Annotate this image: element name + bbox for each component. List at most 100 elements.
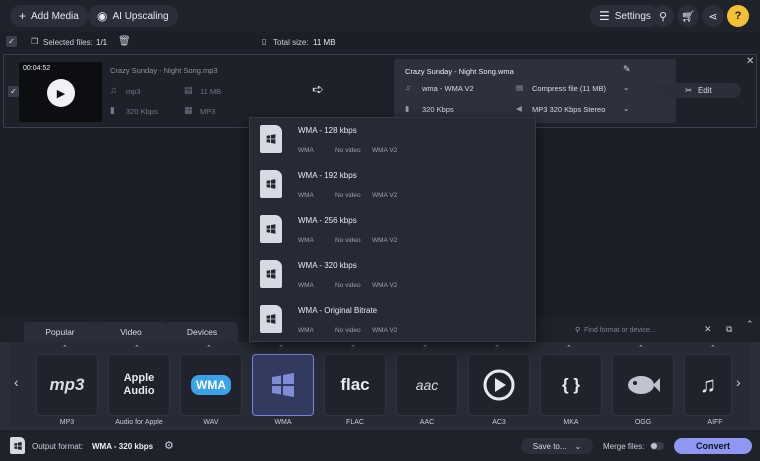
format-label-ac3: AC3 — [492, 419, 506, 426]
footer-bar: Output format: WMA - 320 kbps ⚙ Save to.… — [0, 430, 760, 461]
compress-option[interactable]: Compress file (11 MB) — [532, 84, 606, 93]
format-search[interactable]: ⚲ Find format or device... — [575, 323, 717, 337]
mp3-logo: mp3 — [49, 375, 85, 394]
caret-up-icon[interactable]: ⌃ — [638, 344, 644, 352]
selected-files-count: 1/1 — [96, 38, 108, 47]
tab-video[interactable]: Video — [96, 322, 166, 342]
preset-item[interactable]: WMA - 320 kbps WMA No video WMA V2 — [250, 253, 535, 298]
format-card-ogg[interactable] — [612, 354, 674, 416]
speaker-icon: ◀ — [516, 104, 522, 113]
add-media-button[interactable]: + Add Media — [10, 5, 88, 27]
help-button[interactable]: ? — [727, 5, 749, 27]
select-all-checkbox[interactable]: ✓ — [6, 36, 17, 47]
clear-search-icon[interactable]: ✕ — [704, 324, 712, 335]
preset-format: WMA — [298, 282, 314, 289]
caret-up-icon[interactable]: ⌃ — [206, 344, 212, 352]
pencil-icon[interactable]: ✎ — [623, 64, 631, 75]
share-button[interactable]: ⋖ — [702, 5, 724, 27]
format-card-apple[interactable]: Apple Audio — [108, 354, 170, 416]
settings-button[interactable]: ☰ Settings — [590, 5, 660, 27]
preset-name: WMA - Original Bitrate — [298, 306, 378, 315]
selected-files-label: Selected files: — [43, 38, 93, 47]
video-thumbnail[interactable]: 00:04:52 ▶ — [19, 62, 102, 122]
edit-label: Edit — [697, 86, 712, 95]
note-icon: ♫ — [110, 85, 117, 95]
windows-file-icon — [260, 305, 282, 333]
tab-devices[interactable]: Devices — [166, 322, 238, 342]
windows-logo-icon — [272, 373, 294, 397]
caret-up-icon[interactable]: ⌃ — [278, 344, 284, 352]
output-settings-panel: Crazy Sunday - Night Song.wma ✎ ♫ wma - … — [394, 59, 676, 123]
wav-logo: WMA — [191, 375, 231, 395]
add-media-label: Add Media — [31, 10, 79, 22]
ac3-play-icon — [483, 369, 515, 401]
preset-format: WMA — [298, 192, 314, 199]
output-codec[interactable]: wma - WMA V2 — [422, 84, 474, 93]
aac-logo: aac — [415, 377, 439, 393]
output-format-value[interactable]: WMA - 320 kbps — [92, 442, 153, 451]
caret-up-icon[interactable]: ⌃ — [62, 344, 68, 352]
chevron-left-icon[interactable]: ‹ — [14, 374, 19, 390]
close-icon[interactable]: ✕ — [746, 56, 754, 67]
chevron-right-icon[interactable]: › — [736, 374, 741, 390]
caret-up-icon[interactable]: ⌃ — [350, 344, 356, 352]
preset-item[interactable]: WMA - 128 kbps WMA No video WMA V2 — [250, 118, 535, 163]
format-settings-icon[interactable]: ⧉ — [726, 324, 732, 335]
ogg-fish-icon — [628, 376, 660, 394]
preset-video: No video — [335, 237, 361, 244]
disk-icon: ▤ — [184, 85, 193, 95]
collapse-icon[interactable]: ⌃ — [746, 319, 754, 330]
share-icon: ⋖ — [708, 10, 718, 23]
format-card-aac[interactable]: aac — [396, 354, 458, 416]
preset-format: WMA — [298, 237, 314, 244]
source-size: 11 MB — [200, 87, 222, 96]
trash-icon[interactable]: 🗑︎ — [118, 36, 131, 47]
search-tool-button[interactable]: ⚲ — [652, 5, 674, 27]
preset-item[interactable]: WMA - Original Bitrate WMA No video WMA … — [250, 298, 535, 343]
convert-button[interactable]: Convert — [674, 438, 752, 454]
preset-item[interactable]: WMA - 192 kbps WMA No video WMA V2 — [250, 163, 535, 208]
preset-video: No video — [335, 327, 361, 334]
format-label-ogg: OGG — [634, 419, 652, 426]
gear-icon[interactable]: ⚙ — [164, 439, 174, 452]
search-placeholder: Find format or device... — [584, 326, 656, 334]
caret-up-icon[interactable]: ⌃ — [134, 344, 140, 352]
ai-upscaling-button[interactable]: ◉ AI Upscaling — [88, 5, 178, 27]
format-card-aiff[interactable]: ♫ — [684, 354, 732, 416]
mka-logo: { } — [562, 375, 580, 394]
caret-up-icon[interactable]: ⌃ — [494, 344, 500, 352]
windows-file-icon — [260, 170, 282, 198]
file-checkbox[interactable]: ✓ — [8, 86, 19, 97]
merge-files-toggle[interactable] — [650, 442, 664, 450]
format-label-aac: AAC — [419, 419, 435, 426]
preset-item[interactable]: WMA - 256 kbps WMA No video WMA V2 — [250, 208, 535, 253]
format-card-wav[interactable]: WMA — [180, 354, 242, 416]
chevron-down-icon[interactable]: ⌄ — [623, 83, 629, 92]
format-label-wav: WAV — [203, 419, 219, 426]
format-card-flac[interactable]: flac — [324, 354, 386, 416]
tab-popular[interactable]: Popular — [24, 322, 96, 342]
caret-up-icon[interactable]: ⌃ — [422, 344, 428, 352]
format-label-apple: Audio for Apple — [115, 419, 163, 426]
chevron-down-icon[interactable]: ⌄ — [623, 104, 629, 113]
cart-button[interactable]: 🛒︎ — [677, 5, 699, 27]
caret-up-icon[interactable]: ⌃ — [566, 344, 572, 352]
windows-file-icon — [260, 215, 282, 243]
audio-option[interactable]: MP3 320 Kbps Stereo — [532, 105, 605, 114]
format-label-flac: FLAC — [346, 419, 364, 426]
format-card-mka[interactable]: { } — [540, 354, 602, 416]
format-card-wma[interactable] — [252, 354, 314, 416]
save-to-label: Save to... — [532, 441, 567, 451]
format-card-mp3[interactable]: mp3 — [36, 354, 98, 416]
edit-button[interactable]: ✂ Edit — [656, 83, 741, 98]
play-icon[interactable]: ▶ — [47, 79, 75, 107]
format-label-mka: MKA — [563, 419, 579, 426]
save-to-button[interactable]: Save to... ⌄ — [521, 438, 593, 454]
app-window: + Add Media ◉ AI Upscaling ☰ Settings ⚲ … — [0, 0, 760, 461]
format-card-ac3[interactable] — [468, 354, 530, 416]
preset-codec: WMA V2 — [372, 282, 398, 289]
chevron-down-icon: ⌄ — [574, 441, 582, 451]
plus-icon: + — [19, 9, 27, 23]
caret-up-icon[interactable]: ⌃ — [710, 344, 716, 352]
source-bitrate: 320 Kbps — [126, 107, 158, 116]
